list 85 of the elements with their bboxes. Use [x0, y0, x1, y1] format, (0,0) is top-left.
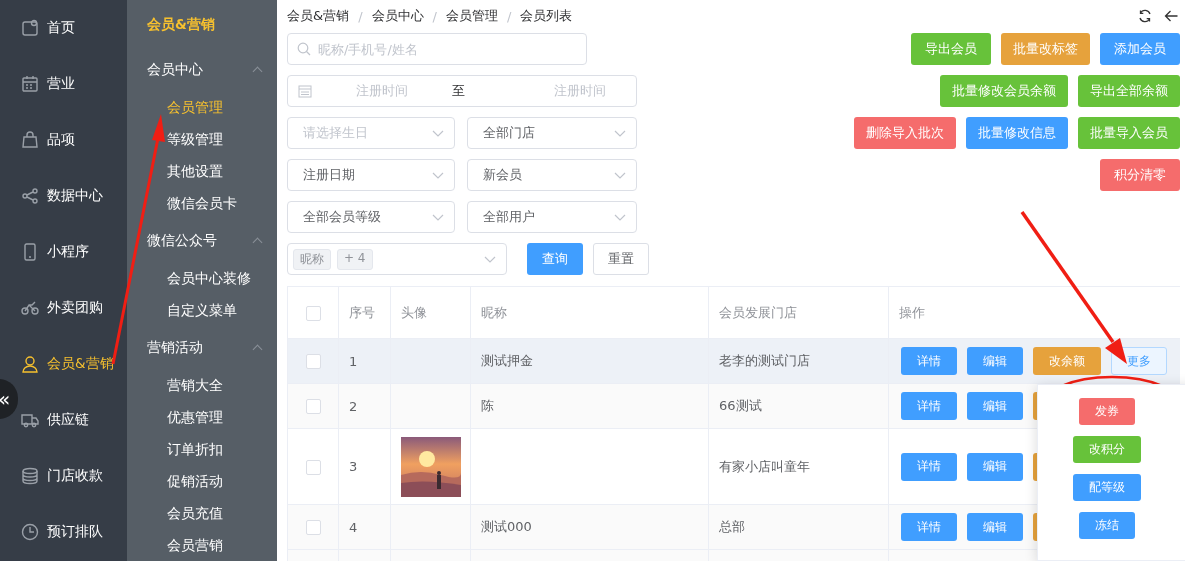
nav-item[interactable]: 小程序	[21, 233, 95, 271]
chevron-down-icon	[614, 213, 626, 221]
breadcrumb-separator: /	[358, 8, 363, 24]
user-icon	[21, 355, 39, 373]
calendar-icon	[21, 75, 39, 93]
submenu-item[interactable]: 其他设置	[147, 155, 223, 187]
tag: 昵称	[293, 248, 331, 270]
table-cell: 有家小店叫童年	[719, 458, 810, 474]
table-cell: 2	[349, 398, 358, 414]
select-field[interactable]: 新会员	[467, 159, 637, 191]
column-header: 头像	[390, 287, 471, 339]
row-checkbox[interactable]	[305, 459, 321, 475]
table-cell: 老李的测试门店	[719, 353, 810, 368]
breadcrumb-item[interactable]: 会员&营销	[287, 7, 350, 25]
chevron-down-icon	[432, 213, 444, 221]
chevron-down-icon	[614, 129, 626, 137]
submenu-title: 会员&营销	[147, 15, 215, 34]
submenu-item[interactable]: 等级管理	[147, 123, 223, 155]
chevron-down-icon	[432, 171, 444, 179]
column-header: 操作	[888, 287, 1180, 339]
submenu-group[interactable]: 微信公众号	[147, 219, 277, 262]
submenu-item[interactable]: 会员中心装修	[147, 262, 251, 294]
back-arrow-icon[interactable]	[1164, 10, 1178, 22]
table-cell: 测试000	[481, 519, 532, 534]
breadcrumb-item[interactable]: 会员管理	[445, 7, 498, 25]
reset-button[interactable]: 重置	[593, 243, 649, 275]
submenu-item[interactable]: 营销大全	[147, 369, 223, 401]
coins-icon	[21, 467, 39, 485]
submenu-item[interactable]: 促销活动	[147, 465, 223, 497]
nav-item[interactable]: 外卖团购	[21, 289, 109, 327]
table-cell: 总部	[719, 519, 745, 534]
breadcrumb-separator: /	[506, 8, 512, 24]
search-icon	[297, 42, 311, 56]
select-field[interactable]: 注册日期	[287, 159, 455, 191]
submenu-group[interactable]: 营销活动	[147, 326, 277, 369]
date-range-field[interactable]: 注册时间 至 注册时间	[287, 75, 637, 107]
submenu-item[interactable]: 会员管理	[147, 91, 223, 123]
nav-item[interactable]: 首页	[21, 9, 81, 47]
refresh-icon[interactable]	[1138, 9, 1152, 23]
column-header: 昵称	[470, 287, 709, 339]
row-checkbox[interactable]	[305, 520, 321, 535]
truck-icon	[21, 411, 39, 429]
submenu-item[interactable]: 会员充值	[147, 497, 223, 529]
column-header: 会员发展门店	[708, 287, 889, 339]
row-checkbox[interactable]	[305, 399, 321, 414]
nav-item[interactable]: 门店收款	[21, 457, 109, 495]
bicycle-icon	[21, 299, 39, 317]
submenu-item[interactable]: 微信会员卡	[147, 187, 237, 219]
nav-item[interactable]: 会员&营销	[21, 345, 120, 383]
table-cell: 测试押金	[481, 353, 533, 368]
column-header: 序号	[338, 287, 391, 339]
tag: + 4	[337, 248, 373, 270]
chevron-down-icon	[432, 129, 444, 137]
select-field[interactable]: 全部用户	[467, 201, 637, 233]
table-cell: 66测试	[719, 398, 762, 413]
row-checkbox[interactable]	[305, 354, 321, 369]
nav-item[interactable]: 营业	[21, 65, 81, 103]
nav-item[interactable]: 预订排队	[21, 513, 109, 551]
submenu-item[interactable]: 会员营销	[147, 529, 223, 561]
table-cell: 4	[349, 519, 358, 535]
submenu-item[interactable]: 自定义菜单	[147, 294, 237, 326]
bag-icon	[21, 131, 39, 149]
breadcrumb-item[interactable]: 会员中心	[371, 7, 424, 25]
table-cell: 3	[349, 459, 358, 474]
breadcrumb-item: 会员列表	[520, 7, 573, 25]
house-icon	[21, 19, 39, 37]
chevron-down-icon	[484, 255, 496, 263]
table-cell: 陈	[481, 398, 494, 413]
nav-item[interactable]: 品项	[21, 121, 81, 159]
phone-icon	[21, 243, 39, 261]
share-icon	[21, 187, 39, 205]
select-all-checkbox[interactable]	[305, 305, 321, 321]
chevron-down-icon	[614, 171, 626, 179]
clock-icon	[21, 523, 39, 541]
submenu-item[interactable]: 优惠管理	[147, 401, 223, 433]
select-field[interactable]: 全部会员等级	[287, 201, 455, 233]
submenu-item[interactable]: 订单折扣	[147, 433, 223, 465]
search-field[interactable]: 昵称/手机号/姓名	[287, 33, 587, 65]
calendar-icon	[298, 84, 312, 98]
nav-item[interactable]: 供应链	[21, 401, 95, 439]
select-field[interactable]: 全部门店	[467, 117, 637, 149]
submenu-group[interactable]: 会员中心	[147, 48, 277, 91]
table-cell: 1	[349, 353, 358, 369]
nav-item[interactable]: 数据中心	[21, 177, 109, 215]
breadcrumb-separator: /	[432, 8, 437, 24]
